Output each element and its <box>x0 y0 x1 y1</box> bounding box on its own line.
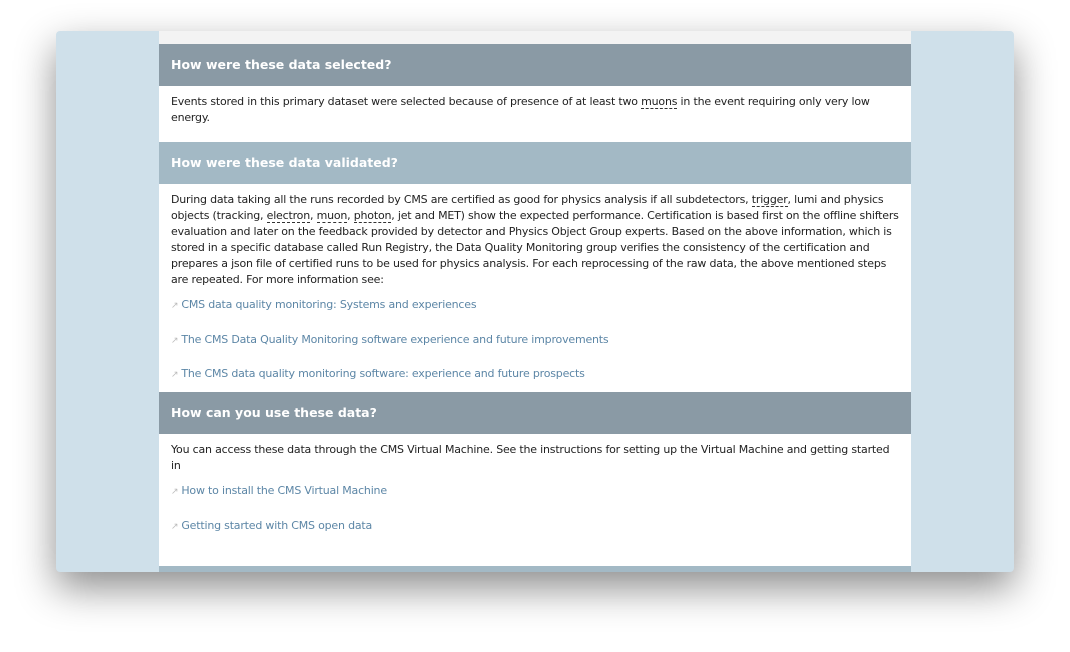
link-dqm-software-prospects[interactable]: ↗ The CMS data quality monitoring softwar… <box>159 357 911 392</box>
section-header-use: How can you use these data? <box>159 392 911 434</box>
abbr-electron[interactable]: electron <box>266 209 310 223</box>
external-link-icon: ↗ <box>171 301 179 311</box>
abbr-muon[interactable]: muon <box>316 209 347 223</box>
validation-text: During data taking all the runs recorded… <box>159 184 911 288</box>
next-section-header <box>159 566 911 572</box>
link-getting-started[interactable]: ↗ Getting started with CMS open data <box>159 509 911 544</box>
text: During data taking all the runs recorded… <box>171 193 752 206</box>
external-link-icon: ↗ <box>171 521 179 532</box>
link-dqm-systems[interactable]: ↗ CMS data quality monitoring: Systems an… <box>159 288 911 323</box>
abbr-muons[interactable]: muons <box>641 95 677 109</box>
link-label[interactable]: The CMS Data Quality Monitoring software… <box>181 333 608 346</box>
link-label[interactable]: How to install the CMS Virtual Machine <box>181 484 387 497</box>
link-dqm-software-improvements[interactable]: ↗ The CMS Data Quality Monitoring softwar… <box>159 323 911 358</box>
link-label[interactable]: Getting started with CMS open data <box>181 519 372 532</box>
section-header-validated: How were these data validated? <box>159 142 911 184</box>
external-link-icon: ↗ <box>171 335 179 346</box>
external-link-icon: ↗ <box>171 487 179 497</box>
external-link-icon: ↗ <box>171 370 179 380</box>
section-header-selected: How were these data selected? <box>159 44 911 86</box>
selection-text: Events stored in this primary dataset we… <box>159 86 911 142</box>
link-label[interactable]: The CMS data quality monitoring software… <box>181 367 584 380</box>
text: , <box>347 209 354 222</box>
browser-window: How were these data selected? Events sto… <box>56 31 1014 572</box>
text: Events stored in this primary dataset we… <box>171 95 642 108</box>
link-install-vm[interactable]: ↗ How to install the CMS Virtual Machine <box>159 474 911 509</box>
link-label[interactable]: CMS data quality monitoring: Systems and… <box>181 298 476 311</box>
top-strip <box>159 31 911 44</box>
usage-text: You can access these data through the CM… <box>171 443 890 472</box>
abbr-photon[interactable]: photon <box>353 209 391 223</box>
content-page: How were these data selected? Events sto… <box>159 31 911 572</box>
abbr-trigger[interactable]: trigger <box>751 193 788 207</box>
text: , <box>309 209 317 222</box>
